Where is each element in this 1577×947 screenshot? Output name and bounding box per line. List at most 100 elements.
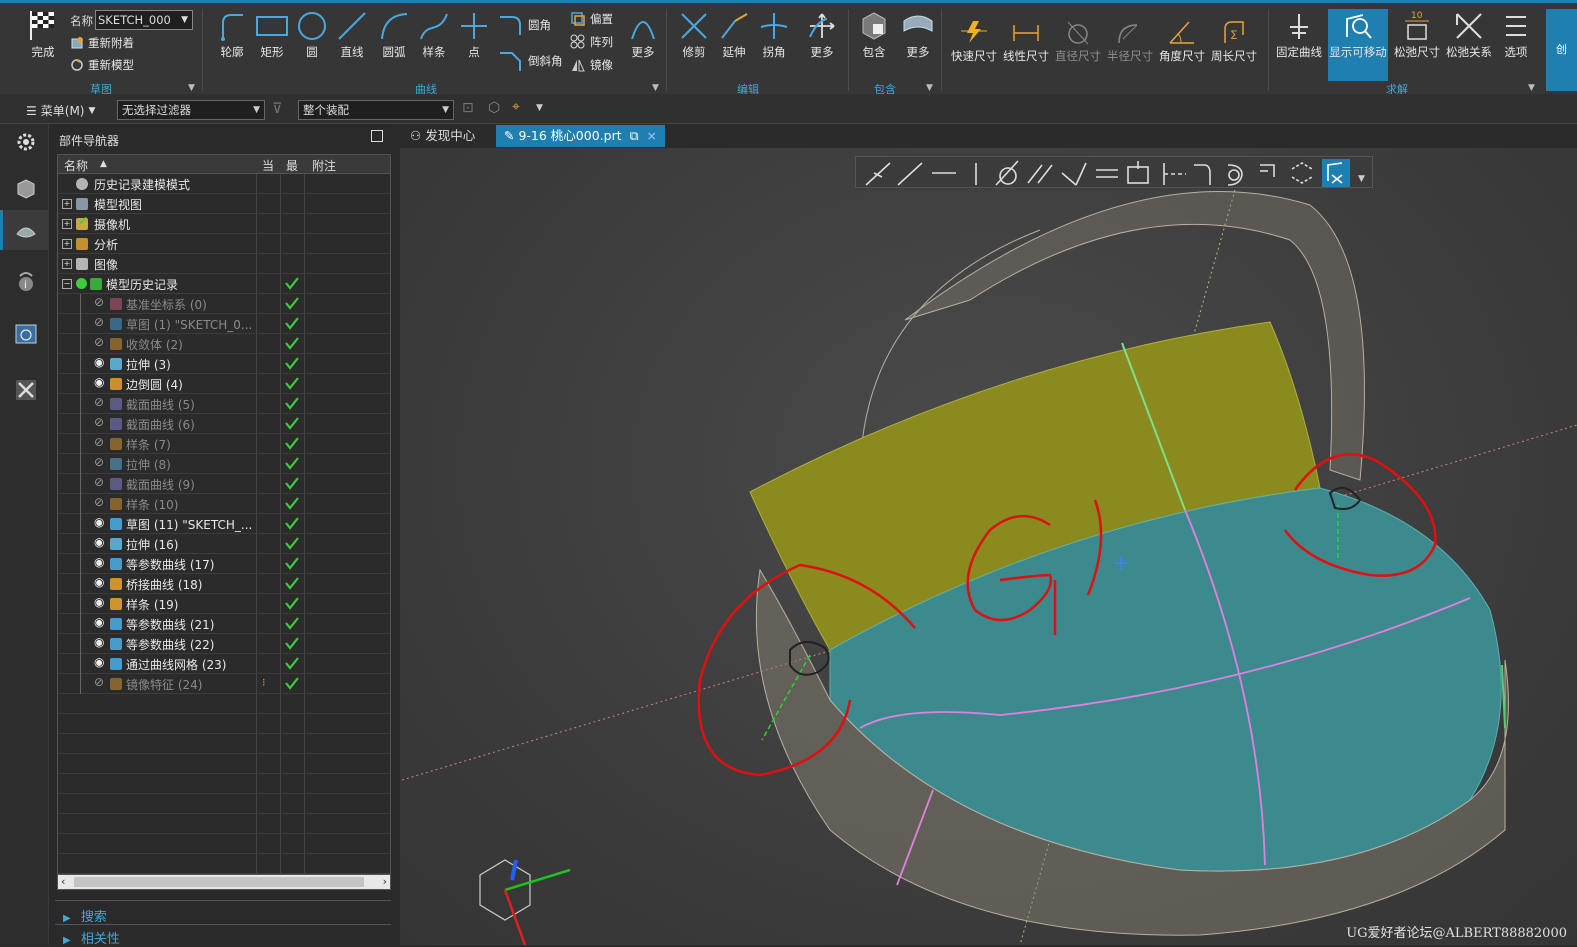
fixed-length-icon[interactable]: [1127, 161, 1149, 184]
visibility-eye-icon[interactable]: ⊘: [94, 295, 104, 309]
chevron-down-icon[interactable]: ▼: [652, 83, 659, 93]
chevron-down-icon[interactable]: ▼: [536, 103, 543, 113]
include-button[interactable]: 包含: [856, 11, 892, 60]
corner-button[interactable]: 拐角: [756, 11, 792, 60]
tree-row[interactable]: ◉ 等参数曲线 (22): [58, 634, 390, 654]
circle-button[interactable]: 圆: [294, 11, 330, 60]
visibility-eye-icon[interactable]: ◉: [94, 515, 104, 529]
dependency-panel-toggle[interactable]: ▶ 相关性: [63, 928, 120, 947]
curve-more-button[interactable]: 更多: [626, 11, 660, 60]
tree-row[interactable]: ⊘ 截面曲线 (5): [58, 394, 390, 414]
linear-dimension-button[interactable]: 线性尺寸: [1002, 19, 1050, 64]
point-button[interactable]: 点: [456, 11, 492, 60]
include-more-button[interactable]: 更多: [900, 11, 936, 60]
graphics-viewport[interactable]: UG爱好者论坛@ALBERT88882000: [400, 148, 1577, 945]
tools-icon[interactable]: [14, 378, 38, 402]
tree-row[interactable]: ◉ 拉伸 (16): [58, 534, 390, 554]
scroll-right-icon[interactable]: ›: [383, 875, 387, 888]
tree-row[interactable]: 历史记录建模模式: [58, 174, 390, 194]
tree-row[interactable]: ⊘ 收敛体 (2): [58, 334, 390, 354]
tree-row[interactable]: ◉ 边倒圆 (4): [58, 374, 390, 394]
selection-filter-dropdown[interactable]: 无选择过滤器 ▼: [117, 100, 265, 120]
visibility-eye-icon[interactable]: ◉: [94, 635, 104, 649]
reattach-button[interactable]: 重新附着: [70, 35, 134, 51]
visibility-eye-icon[interactable]: ◉: [94, 535, 104, 549]
tree-row[interactable]: + 模型视图: [58, 194, 390, 214]
tree-row[interactable]: ◉ 样条 (19): [58, 594, 390, 614]
offset-button[interactable]: 偏置: [570, 11, 613, 27]
visibility-eye-icon[interactable]: ◉: [94, 555, 104, 569]
tree-row[interactable]: − 模型历史记录: [58, 274, 390, 294]
tree-row[interactable]: ◉ 拉伸 (3): [58, 354, 390, 374]
column-name-header[interactable]: 名称: [64, 157, 88, 174]
tree-row[interactable]: ◉ 桥接曲线 (18): [58, 574, 390, 594]
visibility-eye-icon[interactable]: ◉: [94, 575, 104, 589]
array-button[interactable]: 阵列: [570, 34, 613, 50]
expand-toggle-icon[interactable]: +: [62, 219, 72, 229]
parallel-icon[interactable]: [1027, 164, 1053, 184]
column-current-header[interactable]: 当: [262, 157, 274, 174]
scrollbar-thumb[interactable]: [74, 877, 364, 887]
radius-dimension-button[interactable]: 半径尺寸: [1106, 19, 1154, 64]
tree-row[interactable]: ⊘ 镜像特征 (24) ⁝: [58, 674, 390, 694]
expand-toggle-icon[interactable]: +: [62, 239, 72, 249]
chevron-down-icon[interactable]: ▼: [188, 83, 195, 93]
snap-intent-icon[interactable]: ⌖: [512, 99, 520, 115]
visibility-eye-icon[interactable]: ◉: [94, 615, 104, 629]
edit-more-button[interactable]: 更多: [804, 11, 840, 60]
tree-row[interactable]: + 分析: [58, 234, 390, 254]
visibility-eye-icon[interactable]: ◉: [94, 355, 104, 369]
visibility-eye-icon[interactable]: ⊘: [94, 675, 104, 689]
visibility-eye-icon[interactable]: ⊘: [94, 315, 104, 329]
snap-point-icon[interactable]: ⊡: [462, 100, 474, 116]
visibility-eye-icon[interactable]: ⊘: [94, 435, 104, 449]
tree-row[interactable]: ◉ 等参数曲线 (21): [58, 614, 390, 634]
tree-row[interactable]: ⊘ 拉伸 (8): [58, 454, 390, 474]
expand-toggle-icon[interactable]: +: [62, 199, 72, 209]
sketch-name-field[interactable]: SKETCH_000 ▼: [95, 10, 193, 30]
chevron-down-icon[interactable]: ▼: [1358, 174, 1365, 184]
visibility-eye-icon[interactable]: ⊘: [94, 395, 104, 409]
point-on-curve-icon[interactable]: [897, 162, 923, 186]
trim-button[interactable]: 修剪: [676, 11, 712, 60]
sort-ascending-icon[interactable]: ▲: [100, 159, 107, 169]
close-icon[interactable]: ×: [647, 128, 657, 143]
scroll-left-icon[interactable]: ‹: [61, 875, 65, 888]
info-icon[interactable]: i: [14, 270, 38, 294]
tree-row[interactable]: ⊘ 草图 (1) "SKETCH_0...: [58, 314, 390, 334]
column-latest-header[interactable]: 最: [286, 157, 298, 174]
fillet-button[interactable]: 圆角: [498, 15, 551, 35]
collinear-icon[interactable]: [1260, 164, 1275, 177]
assembly-navigator-icon[interactable]: [14, 176, 38, 200]
tree-row[interactable]: ◉ 等参数曲线 (17): [58, 554, 390, 574]
visibility-eye-icon[interactable]: ⊘: [94, 415, 104, 429]
relax-dimension-button[interactable]: 10 松弛尺寸: [1392, 9, 1442, 60]
diameter-dimension-button[interactable]: 直径尺寸: [1054, 19, 1102, 64]
ribbon-overflow-button[interactable]: 创: [1546, 9, 1577, 91]
arc-button[interactable]: 圆弧: [376, 11, 412, 60]
tree-row[interactable]: ⊘ 基准坐标系 (0): [58, 294, 390, 314]
spline-button[interactable]: 样条: [416, 11, 452, 60]
line-button[interactable]: 直线: [334, 11, 370, 60]
visibility-eye-icon[interactable]: ⊘: [94, 335, 104, 349]
web-browser-icon[interactable]: [14, 322, 38, 346]
chamfer-button[interactable]: 倒斜角: [498, 51, 563, 71]
tab-discovery-center[interactable]: ⚇ 发现中心: [402, 125, 483, 147]
equal-length-icon[interactable]: [1096, 169, 1118, 178]
maximize-icon[interactable]: [371, 130, 383, 142]
chevron-down-icon[interactable]: ▼: [926, 83, 933, 93]
extend-button[interactable]: 延伸: [716, 11, 752, 60]
tree-row[interactable]: + ✓ 摄像机: [58, 214, 390, 234]
coincident-icon[interactable]: [865, 162, 891, 186]
perpendicular-icon[interactable]: [1061, 162, 1087, 186]
chevron-down-icon[interactable]: ▼: [1528, 83, 1535, 93]
tree-row[interactable]: ⊘ 样条 (7): [58, 434, 390, 454]
options-button[interactable]: 选项: [1498, 11, 1534, 60]
show-movable-button[interactable]: 显示可移动: [1328, 9, 1388, 81]
symmetric-icon[interactable]: [1291, 162, 1313, 184]
tree-row[interactable]: ⊘ 样条 (10): [58, 494, 390, 514]
tree-row[interactable]: ⊘ 截面曲线 (6): [58, 414, 390, 434]
angular-dimension-button[interactable]: 角度尺寸: [1158, 19, 1206, 64]
visibility-eye-icon[interactable]: ◉: [94, 655, 104, 669]
assembly-scope-dropdown[interactable]: 整个装配 ▼: [298, 100, 454, 120]
